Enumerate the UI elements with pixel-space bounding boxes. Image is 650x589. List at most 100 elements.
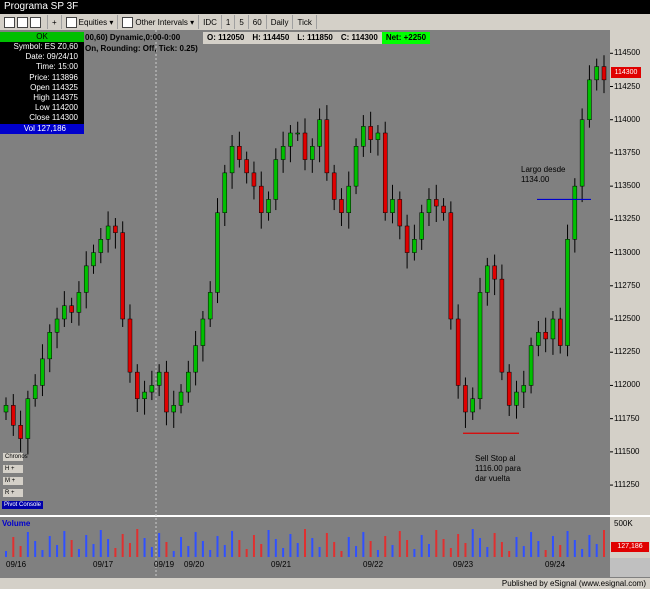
pivot-console-button[interactable]: Pivot Console bbox=[2, 501, 44, 509]
volume-bar bbox=[216, 536, 219, 557]
candle-body bbox=[382, 132, 388, 213]
side-button-chronos[interactable]: Chronos bbox=[2, 452, 28, 462]
volume-bar bbox=[41, 550, 44, 557]
info-price: Price: 113896 bbox=[29, 72, 78, 82]
net-change: Net: +2250 bbox=[381, 32, 431, 44]
x-tick-label: 09/20 bbox=[184, 560, 205, 569]
volume-bar bbox=[77, 549, 80, 557]
candle-body bbox=[565, 239, 570, 346]
volume-bar bbox=[566, 531, 569, 557]
volume-bar bbox=[559, 545, 562, 557]
candle-body bbox=[514, 391, 519, 406]
x-tick-label: 09/16 bbox=[6, 560, 27, 569]
volume-bar bbox=[464, 543, 467, 557]
volume-bar bbox=[201, 541, 204, 557]
volume-bar bbox=[347, 537, 350, 557]
candle-body bbox=[25, 398, 31, 439]
candle-body bbox=[361, 126, 366, 147]
volume-bar bbox=[376, 550, 379, 557]
candle-body bbox=[317, 119, 322, 147]
candle-body bbox=[324, 119, 330, 174]
candle-body bbox=[492, 265, 497, 280]
volume-bar bbox=[420, 535, 423, 557]
volume-bar bbox=[180, 537, 183, 557]
side-button-r[interactable]: R + bbox=[2, 488, 24, 498]
x-tick-label: 09/23 bbox=[453, 560, 474, 569]
volume-bar bbox=[121, 534, 124, 557]
volume-bar bbox=[398, 531, 401, 557]
candle-body bbox=[426, 199, 432, 213]
ok-status: OK bbox=[0, 32, 84, 42]
candle-body bbox=[207, 292, 213, 320]
x-tick-label: 09/19 bbox=[154, 560, 175, 569]
candle-body bbox=[441, 205, 446, 213]
candle-body bbox=[536, 332, 541, 346]
volume-bar bbox=[194, 532, 197, 557]
volume-bar bbox=[150, 547, 153, 557]
volume-bar bbox=[340, 551, 343, 557]
volume-bar bbox=[136, 529, 139, 557]
volume-bar bbox=[19, 546, 22, 557]
x-tick-label: 09/24 bbox=[545, 560, 566, 569]
last-price-tag: 114300 bbox=[611, 67, 641, 78]
candle-body bbox=[368, 126, 373, 140]
volume-bar bbox=[34, 541, 37, 557]
volume-bar bbox=[48, 536, 51, 557]
volume-bar bbox=[457, 534, 460, 557]
candle-body bbox=[485, 265, 490, 293]
volume-bar bbox=[588, 535, 591, 557]
side-button-h[interactable]: H + bbox=[2, 464, 24, 474]
candle-body bbox=[310, 146, 315, 160]
candle-body bbox=[557, 318, 563, 346]
volume-bar bbox=[442, 539, 445, 557]
info-open: Open 114325 bbox=[30, 82, 78, 92]
plot-background bbox=[0, 30, 610, 515]
volume-bar bbox=[274, 539, 277, 557]
y-tick-label: 113250 bbox=[614, 214, 641, 224]
volume-bar bbox=[311, 538, 314, 557]
y-tick-label: 113750 bbox=[614, 147, 641, 157]
low-value: L: 111850 bbox=[297, 33, 333, 42]
info-low: Low 114200 bbox=[35, 103, 78, 113]
side-button-m[interactable]: M + bbox=[2, 476, 24, 486]
price-chart[interactable] bbox=[0, 0, 650, 588]
x-tick-label: 09/17 bbox=[93, 560, 114, 569]
volume-bar bbox=[63, 531, 66, 557]
candle-body bbox=[448, 212, 454, 320]
cursor-info-window: OK Symbol: ES Z0,60 Date: 09/24/10 Time:… bbox=[0, 32, 84, 134]
candle-body bbox=[229, 146, 235, 174]
candle-body bbox=[521, 385, 527, 393]
volume-bar bbox=[471, 529, 474, 557]
volume-bar bbox=[384, 536, 387, 557]
candle-body bbox=[98, 239, 104, 253]
y-tick-label: 111250 bbox=[614, 480, 640, 490]
largo-annotation: Largo desde 1134.00 bbox=[521, 165, 566, 184]
candle-body bbox=[127, 318, 133, 373]
volume-bar bbox=[449, 548, 452, 557]
x-tick-label: 09/21 bbox=[271, 560, 292, 569]
candle-body bbox=[91, 252, 96, 267]
volume-bar bbox=[573, 540, 576, 557]
candle-body bbox=[69, 305, 74, 313]
volume-bar bbox=[56, 545, 59, 557]
candle-body bbox=[11, 405, 16, 426]
publisher-text: Published by eSignal (www.esignal.com) bbox=[501, 579, 646, 588]
y-tick-label: 111750 bbox=[614, 413, 640, 423]
candle-body bbox=[244, 159, 249, 174]
open-value: O: 112050 bbox=[207, 33, 245, 42]
volume-bar bbox=[603, 530, 605, 557]
volume-bar bbox=[107, 539, 110, 557]
volume-tag: 127,186 bbox=[611, 542, 649, 552]
volume-bar bbox=[304, 529, 306, 557]
volume-bar bbox=[413, 549, 416, 557]
volume-bar bbox=[252, 535, 255, 557]
volume-bar bbox=[223, 545, 226, 557]
candle-body bbox=[339, 199, 344, 213]
volume-bar bbox=[85, 535, 88, 557]
candle-body bbox=[193, 345, 198, 373]
volume-bar bbox=[537, 541, 540, 557]
candle-body bbox=[171, 405, 176, 413]
volume-bar bbox=[143, 538, 146, 557]
ohlc-bar: O: 112050 H: 114450 L: 111850 C: 114300 … bbox=[203, 32, 431, 44]
candle-body bbox=[54, 318, 60, 333]
